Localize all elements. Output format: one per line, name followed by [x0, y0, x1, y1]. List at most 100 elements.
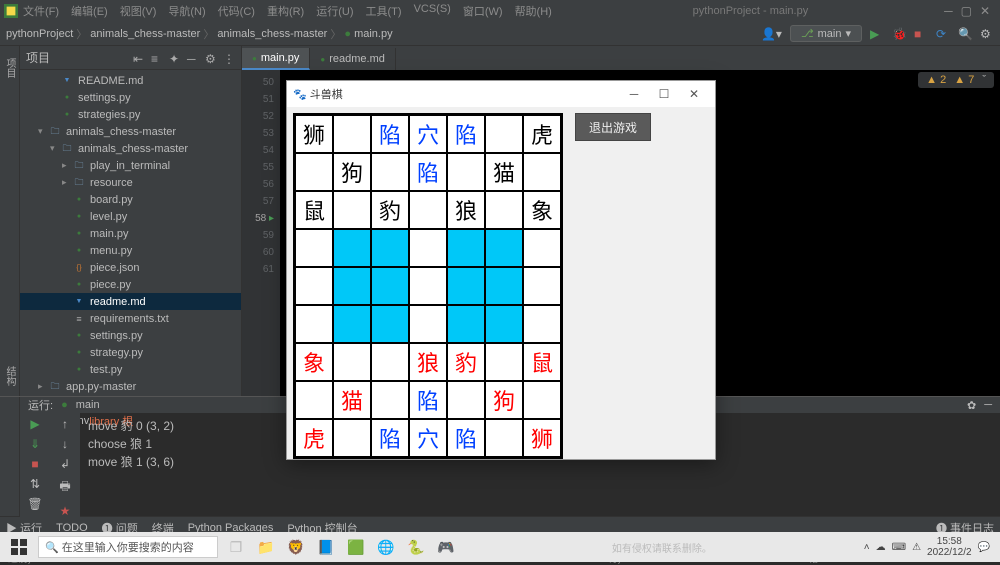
board-cell[interactable] [333, 191, 371, 229]
board-cell[interactable]: 陷 [409, 381, 447, 419]
board-cell[interactable]: 象 [295, 343, 333, 381]
expand-icon[interactable]: ≡ [151, 52, 163, 64]
clock[interactable]: 15:58 2022/12/2 [927, 536, 972, 558]
app-icon[interactable]: 🟩 [342, 535, 370, 559]
down-icon[interactable]: ↓ [62, 437, 68, 451]
board-cell[interactable] [371, 305, 409, 343]
board-cell[interactable] [409, 305, 447, 343]
menu-item[interactable]: 运行(U) [311, 1, 358, 21]
notifications-icon[interactable]: 💬 [978, 542, 990, 553]
editor-tab[interactable]: ●main.py [242, 48, 310, 70]
bug-icon[interactable]: 🐞 [892, 27, 906, 41]
board-cell[interactable]: 豹 [447, 343, 485, 381]
board-cell[interactable]: 狗 [485, 381, 523, 419]
board-cell[interactable] [447, 381, 485, 419]
menu-item[interactable]: 文件(F) [18, 1, 64, 21]
cloud-icon[interactable]: ☁ [876, 542, 886, 553]
board-cell[interactable]: 陷 [371, 419, 409, 457]
settings-icon[interactable]: ✦ [169, 52, 181, 64]
wrap-icon[interactable]: ↲ [60, 457, 70, 471]
minimize-icon[interactable]: ─ [619, 87, 649, 101]
board-cell[interactable] [333, 343, 371, 381]
board-cell[interactable]: 象 [523, 191, 561, 229]
board-cell[interactable]: 狼 [409, 343, 447, 381]
board-cell[interactable] [485, 305, 523, 343]
branch-selector[interactable]: ⎇ main ▾ [790, 25, 862, 42]
board-cell[interactable]: 猫 [485, 153, 523, 191]
tree-item[interactable]: strategies.py [20, 106, 241, 123]
maximize-icon[interactable]: ☐ [649, 87, 679, 101]
board-cell[interactable]: 狗 [333, 153, 371, 191]
board-cell[interactable] [485, 191, 523, 229]
inspection-widget[interactable]: ▲ 2 ▲ 7 ˇ [918, 72, 994, 88]
board-cell[interactable] [295, 267, 333, 305]
start-button[interactable] [4, 535, 34, 559]
keyboard-icon[interactable]: ⌨ [892, 542, 906, 553]
stop-icon[interactable]: ■ [31, 457, 38, 471]
hide-icon[interactable]: ─ [984, 399, 992, 411]
rerun-icon[interactable]: ▶ [30, 417, 39, 431]
tree-item[interactable]: ▸🗀app.py-master [20, 378, 241, 395]
app-icon[interactable]: 📘 [312, 535, 340, 559]
editor-tab[interactable]: ●readme.md [310, 48, 395, 70]
board-cell[interactable] [371, 229, 409, 267]
tree-item[interactable]: requirements.txt [20, 310, 241, 327]
tree-item[interactable]: readme.md [20, 293, 241, 310]
board-cell[interactable]: 鼠 [295, 191, 333, 229]
exit-game-button[interactable]: 退出游戏 [575, 113, 651, 141]
board-cell[interactable] [523, 229, 561, 267]
board-cell[interactable]: 狮 [523, 419, 561, 457]
tree-item[interactable]: settings.py [20, 89, 241, 106]
run-icon[interactable]: ▶ [870, 27, 884, 41]
breadcrumb-item[interactable]: animals_chess-master [90, 28, 200, 40]
print-icon[interactable]: 🖶 [59, 477, 70, 498]
collapse-icon[interactable]: ⇤ [133, 52, 145, 64]
gear-icon[interactable]: ⚙ [205, 52, 217, 64]
board-cell[interactable]: 陷 [447, 115, 485, 153]
board-cell[interactable]: 陷 [371, 115, 409, 153]
clear-icon[interactable]: ★ [60, 504, 71, 518]
more-icon[interactable]: ⋮ [223, 52, 235, 64]
board-cell[interactable]: 豹 [371, 191, 409, 229]
alert-icon[interactable]: ⚠ [912, 542, 921, 553]
up-icon[interactable]: ↑ [62, 417, 68, 431]
trash-icon[interactable]: 🗑 [27, 497, 42, 511]
breadcrumb-item[interactable]: animals_chess-master [217, 28, 327, 40]
hide-icon[interactable]: ─ [187, 52, 199, 64]
game-titlebar[interactable]: 🐾 斗兽棋 ─ ☐ ✕ [287, 81, 715, 107]
board-cell[interactable]: 陷 [447, 419, 485, 457]
board-cell[interactable] [295, 153, 333, 191]
board-cell[interactable] [409, 191, 447, 229]
close-icon[interactable]: ✕ [980, 4, 990, 18]
tree-item[interactable]: main.py [20, 225, 241, 242]
search-icon[interactable]: 🔍 [958, 27, 972, 41]
board-cell[interactable] [371, 267, 409, 305]
board-cell[interactable]: 虎 [523, 115, 561, 153]
board-cell[interactable] [371, 153, 409, 191]
tree-item[interactable]: ▾🗀animals_chess-master [20, 140, 241, 157]
tree-item[interactable]: ▸🗀resource [20, 174, 241, 191]
task-view-icon[interactable]: ❐ [222, 535, 250, 559]
tree-item[interactable]: piece.py [20, 276, 241, 293]
tray-chevron-icon[interactable]: ˄ [864, 542, 870, 553]
board-cell[interactable] [523, 305, 561, 343]
menu-item[interactable]: 视图(V) [115, 1, 162, 21]
board-cell[interactable] [447, 305, 485, 343]
stop-icon[interactable]: ■ [914, 27, 928, 41]
menu-item[interactable]: 导航(N) [163, 1, 210, 21]
app-icon[interactable]: 🦁 [282, 535, 310, 559]
app-icon[interactable]: 🐍 [402, 535, 430, 559]
board-cell[interactable] [485, 419, 523, 457]
board-cell[interactable] [447, 229, 485, 267]
tree-item[interactable]: level.py [20, 208, 241, 225]
board-cell[interactable] [523, 267, 561, 305]
board-cell[interactable] [447, 267, 485, 305]
tree-item[interactable]: README.md [20, 72, 241, 89]
user-icon[interactable]: 👤▾ [761, 27, 782, 41]
menu-item[interactable]: 重构(R) [262, 1, 309, 21]
breadcrumb-item[interactable]: ● main.py [344, 28, 392, 40]
maximize-icon[interactable]: ▢ [961, 4, 972, 18]
menu-item[interactable]: 编辑(E) [66, 1, 113, 21]
tree-item[interactable]: ▾🗀animals_chess-master [20, 123, 241, 140]
board-cell[interactable]: 穴 [409, 115, 447, 153]
